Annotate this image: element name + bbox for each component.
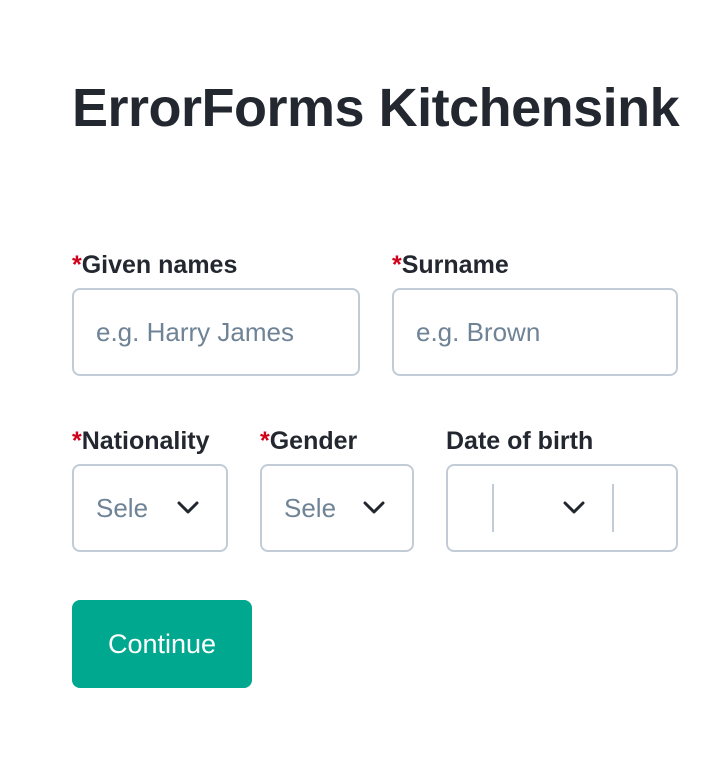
nationality-select[interactable]: Sele	[72, 464, 228, 552]
given-names-label: *Given names	[72, 250, 360, 280]
nationality-field: *Nationality Sele	[72, 426, 228, 552]
date-of-birth-field: Date of birth	[446, 426, 678, 552]
given-names-label-text: Given names	[81, 251, 238, 279]
gender-label: *Gender	[260, 426, 414, 456]
given-names-input[interactable]	[72, 288, 360, 376]
gender-field: *Gender Sele	[260, 426, 414, 552]
date-of-birth-month-select[interactable]	[494, 466, 612, 550]
page-title: ErrorForms Kitchensink	[72, 78, 680, 138]
required-marker: *	[260, 427, 270, 455]
surname-label-text: Surname	[401, 251, 509, 279]
gender-label-text: Gender	[269, 427, 358, 455]
given-names-field: *Given names	[72, 250, 360, 376]
date-of-birth-month	[502, 466, 562, 550]
date-of-birth-label: Date of birth	[446, 427, 594, 455]
chevron-down-icon	[363, 501, 385, 514]
nationality-label-text: Nationality	[81, 427, 210, 455]
required-marker: *	[392, 251, 402, 279]
gender-select[interactable]: Sele	[260, 464, 414, 552]
date-of-birth-year[interactable]	[622, 466, 672, 550]
gender-selected-value: Sele	[284, 493, 336, 523]
chevron-down-icon	[563, 501, 585, 514]
date-of-birth-day[interactable]	[456, 466, 492, 550]
surname-label: *Surname	[392, 250, 678, 280]
date-of-birth-input	[446, 464, 678, 552]
date-divider	[612, 484, 614, 532]
surname-field: *Surname	[392, 250, 678, 376]
required-marker: *	[72, 427, 82, 455]
surname-input[interactable]	[392, 288, 678, 376]
chevron-down-icon	[177, 501, 199, 514]
nationality-selected-value: Sele	[96, 493, 149, 523]
required-marker: *	[72, 251, 82, 279]
nationality-label: *Nationality	[72, 426, 228, 456]
continue-button[interactable]: Continue	[72, 600, 252, 688]
